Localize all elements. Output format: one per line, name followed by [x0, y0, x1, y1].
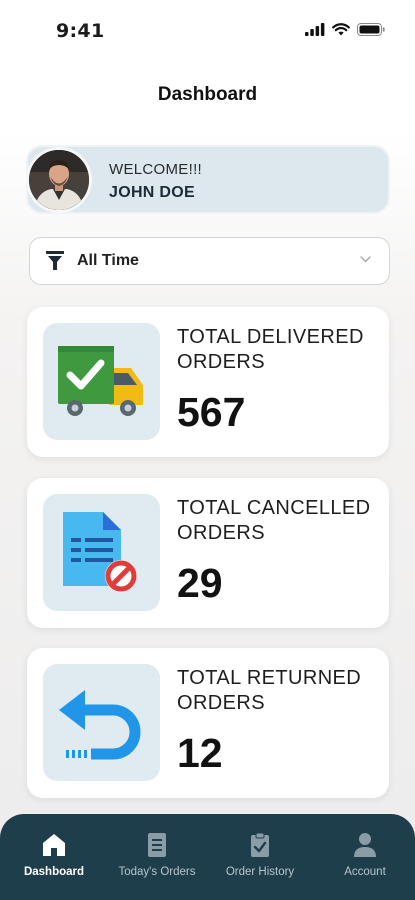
status-time: 9:41	[56, 20, 105, 42]
stat-value: 567	[177, 389, 246, 435]
stat-icon-box	[43, 494, 160, 611]
nav-label: Order History	[225, 866, 295, 878]
cellular-signal-icon	[305, 23, 325, 36]
nav-label: Dashboard	[23, 866, 85, 878]
cancelled-orders-card[interactable]: TOTAL CANCELLED ORDERS 29	[27, 478, 389, 628]
delivery-truck-icon	[58, 346, 143, 416]
chevron-down-icon	[360, 256, 371, 263]
battery-icon	[357, 23, 385, 36]
cancelled-document-icon	[63, 512, 137, 592]
nav-label: Account	[344, 866, 386, 878]
avatar[interactable]	[26, 147, 92, 213]
stat-value: 29	[177, 560, 223, 606]
user-name: JOHN DOE	[109, 184, 195, 201]
nav-item-dashboard[interactable]: Dashboard	[2, 832, 106, 878]
nav-item-account[interactable]: Account	[313, 832, 415, 878]
returned-orders-card[interactable]: TOTAL RETURNED ORDERS 12	[27, 648, 389, 798]
stat-label: TOTAL RETURNED ORDERS	[177, 667, 362, 714]
orders-list-icon	[148, 833, 166, 857]
nav-label: Today's Orders	[118, 866, 196, 878]
stat-icon-box	[43, 323, 160, 440]
nav-item-todays-orders[interactable]: Today's Orders	[105, 832, 209, 878]
user-photo-icon	[29, 150, 89, 210]
page-title: Dashboard	[157, 84, 258, 105]
filter-icon	[46, 251, 64, 270]
home-icon	[43, 834, 65, 856]
stat-icon-box	[43, 664, 160, 781]
user-icon	[354, 833, 376, 857]
return-arrow-icon	[59, 690, 141, 760]
status-bar: 9:41	[0, 0, 415, 60]
time-filter-dropdown[interactable]: All Time	[29, 237, 390, 285]
stat-label: TOTAL DELIVERED ORDERS	[177, 326, 364, 373]
clipboard-check-icon	[251, 832, 269, 857]
filter-selected-value: All Time	[77, 252, 139, 269]
status-icons	[305, 23, 385, 36]
wifi-icon	[332, 23, 350, 36]
stat-value: 12	[177, 730, 223, 776]
welcome-card[interactable]: WELCOME!!! JOHN DOE	[26, 145, 390, 214]
bottom-navigation: Dashboard Today's Orders Order History A…	[0, 814, 415, 900]
nav-item-order-history[interactable]: Order History	[208, 832, 312, 878]
stat-label: TOTAL CANCELLED ORDERS	[177, 497, 371, 544]
delivered-orders-card[interactable]: TOTAL DELIVERED ORDERS 567	[27, 307, 389, 457]
welcome-greeting: WELCOME!!!	[109, 161, 203, 178]
